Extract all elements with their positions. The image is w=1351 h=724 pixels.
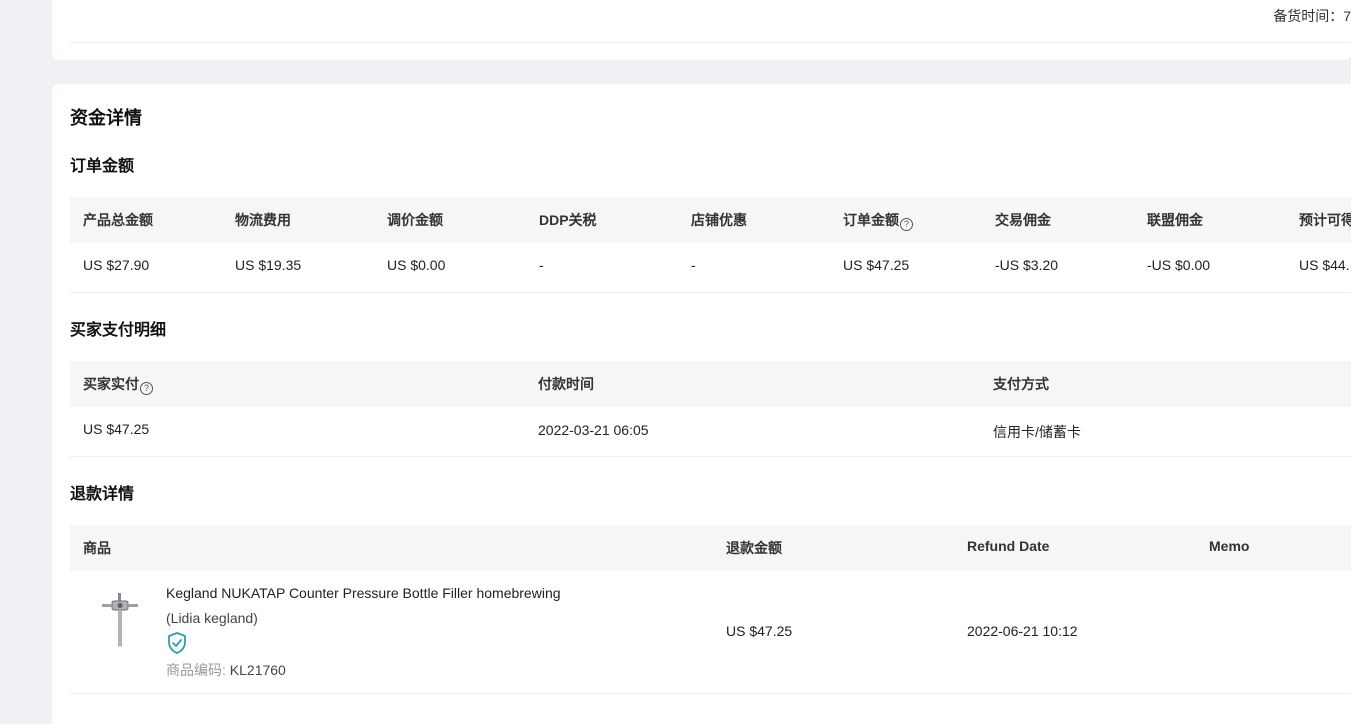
buyer-payment-table: 买家实付? 付款时间 支付方式 US $47.25 2022-03-21 06:… [70,361,1351,457]
header-ddp-tax: DDP关税 [539,212,597,228]
header-product-total: 产品总金额 [83,212,153,228]
header-payment-time: 付款时间 [538,376,594,392]
value-affiliate-commission: -US $0.00 [1147,257,1211,273]
help-icon[interactable]: ? [140,382,153,395]
refund-table: 商品 退款金额 Refund Date Memo Kegland NUKATAP… [70,525,1351,694]
buyer-payment-title: 买家支付明细 [70,322,167,339]
table-row: US $47.25 2022-03-21 06:05 信用卡/储蓄卡 [70,407,1351,457]
value-ddp-tax: - [539,257,544,273]
value-transaction-commission: -US $3.20 [995,257,1059,273]
top-divider [70,42,1351,43]
header-memo: Memo [1209,538,1250,554]
value-shipping-fee: US $19.35 [235,257,302,273]
refund-title: 退款详情 [70,486,135,503]
funds-card: 资金详情 订单金额 产品总金额 物流费用 调价金额 DDP关税 店铺优惠 订单金… [52,84,1351,724]
header-payment-method: 支付方式 [993,376,1049,392]
product-title[interactable]: Kegland NUKATAP Counter Pressure Bottle … [166,585,561,601]
product-thumbnail[interactable] [98,591,142,649]
order-amount-title: 订单金额 [70,158,135,175]
order-amount-table: 产品总金额 物流费用 调价金额 DDP关税 店铺优惠 订单金额? 交易佣金 联盟… [70,197,1351,293]
header-transaction-commission: 交易佣金 [995,212,1051,228]
header-refund-date: Refund Date [967,538,1050,554]
header-order-amount: 订单金额? [843,210,913,231]
value-product-total: US $27.90 [83,257,150,273]
value-price-adjust: US $0.00 [387,257,446,273]
header-price-adjust: 调价金额 [387,212,443,228]
header-shipping-fee: 物流费用 [235,212,291,228]
order-amount-header: 产品总金额 物流费用 调价金额 DDP关税 店铺优惠 订单金额? 交易佣金 联盟… [70,197,1351,243]
header-order-amount-label: 订单金额 [843,212,899,228]
header-buyer-paid-label: 买家实付 [83,376,139,392]
product-code-label: 商品编码: [166,662,226,678]
value-store-discount: - [691,257,696,273]
buyer-payment-header: 买家实付? 付款时间 支付方式 [70,361,1351,407]
value-estimated-income: US $44. [1299,257,1350,273]
funds-title: 资金详情 [70,108,142,128]
value-payment-time: 2022-03-21 06:05 [538,422,649,438]
refund-header: 商品 退款金额 Refund Date Memo [70,525,1351,571]
table-row: US $27.90 US $19.35 US $0.00 - - US $47.… [70,243,1351,293]
header-product: 商品 [83,540,111,556]
top-card: 备货时间：7 [52,0,1351,60]
refund-date: 2022-06-21 10:12 [967,623,1078,639]
header-store-discount: 店铺优惠 [691,212,747,228]
help-icon[interactable]: ? [900,218,913,231]
table-row: Kegland NUKATAP Counter Pressure Bottle … [70,571,1351,694]
value-order-amount: US $47.25 [843,257,910,273]
product-seller: (Lidia kegland) [166,610,258,626]
value-payment-method: 信用卡/储蓄卡 [993,424,1081,440]
refund-amount: US $47.25 [726,623,793,639]
value-buyer-paid: US $47.25 [83,421,150,437]
shield-check-icon [168,632,186,654]
prep-time: 备货时间：7 [1273,8,1351,24]
header-buyer-paid: 买家实付? [83,374,153,395]
product-code: 商品编码: KL21760 [166,660,286,680]
header-estimated-income: 预计可得 [1299,212,1351,228]
header-affiliate-commission: 联盟佣金 [1147,212,1203,228]
product-code-value: KL21760 [229,662,286,678]
header-refund-amount: 退款金额 [726,540,782,556]
